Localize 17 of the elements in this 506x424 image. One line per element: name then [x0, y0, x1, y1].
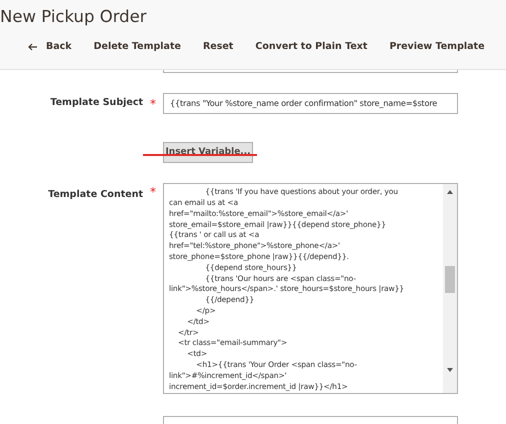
required-mark: *	[150, 96, 156, 112]
scroll-down-icon[interactable]	[447, 368, 453, 372]
toolbar-button[interactable]: Convert to Plain Text	[255, 40, 368, 54]
scrollbar-thumb[interactable]	[445, 266, 455, 294]
field-label: Template Subject	[49, 96, 143, 110]
insert-variable-button[interactable]: Insert Variable...	[163, 142, 253, 164]
content-textarea[interactable]	[163, 183, 458, 394]
field-label: Template Content	[47, 188, 143, 202]
required-mark: *	[150, 184, 156, 202]
scroll-up-icon[interactable]	[447, 190, 453, 194]
page-title: New Pickup Order	[0, 6, 148, 28]
arrow-left-icon	[28, 43, 38, 52]
subject-input-field[interactable]: {{trans "Your %store_name order confirmation" store_name=$store	[163, 93, 458, 114]
back-button[interactable]: Back	[28, 40, 72, 54]
toolbar-button[interactable]: Reset	[202, 40, 234, 54]
toolbar-button[interactable]: Delete Template	[94, 40, 181, 54]
toolbar-button[interactable]: Preview Template	[389, 40, 485, 54]
